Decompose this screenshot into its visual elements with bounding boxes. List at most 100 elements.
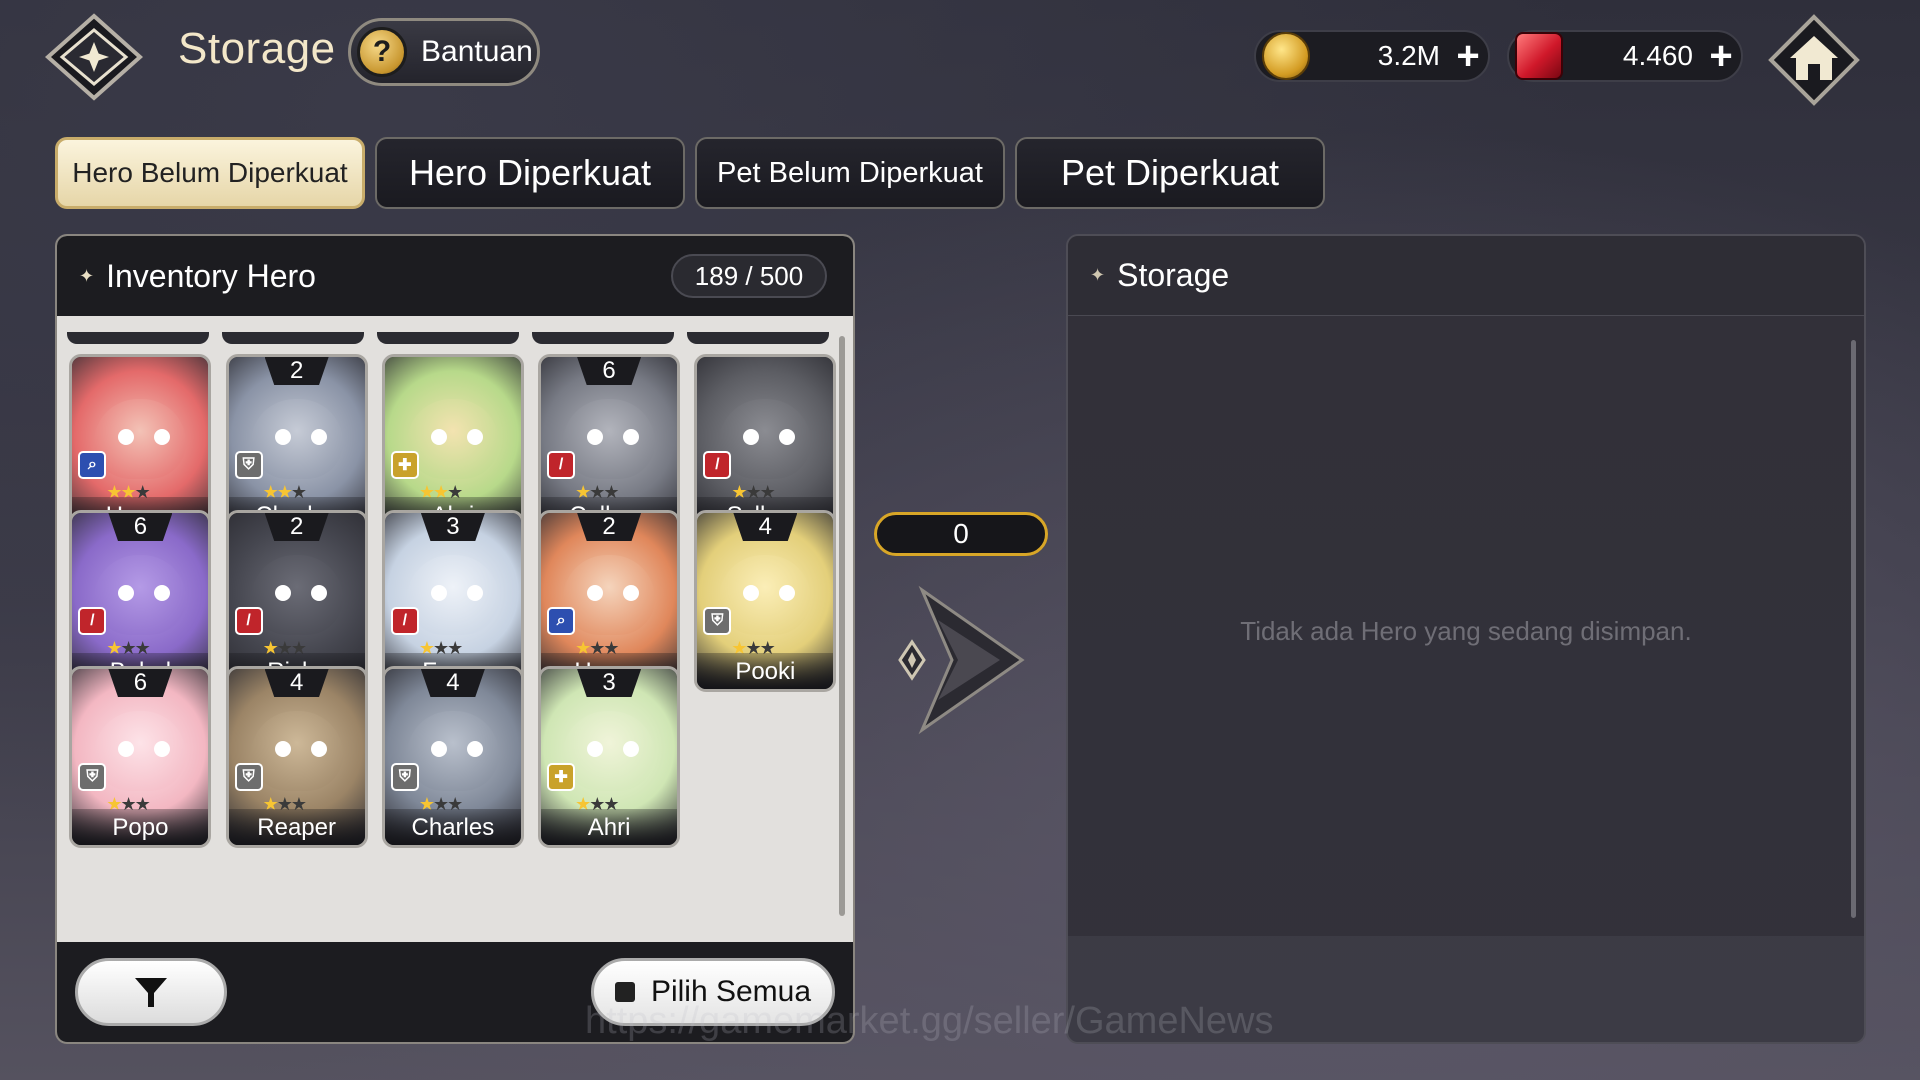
- hero-eye: [274, 741, 291, 757]
- hero-eye: [466, 741, 483, 757]
- hero-eye: [623, 741, 640, 757]
- role-warrior-icon: /: [78, 607, 107, 635]
- storage-empty-message: Tidak ada Hero yang sedang disimpan.: [1240, 616, 1692, 646]
- home-button[interactable]: [1768, 14, 1860, 106]
- hero-eye: [466, 585, 483, 601]
- inventory-header: ✦ Inventory Hero 189 / 500: [57, 236, 853, 316]
- add-gem-button[interactable]: +: [1701, 36, 1741, 76]
- tab-pet-belum-diperkuat[interactable]: Pet Belum Diperkuat: [695, 137, 1005, 209]
- tab-hero-belum-diperkuat[interactable]: Hero Belum Diperkuat: [55, 137, 365, 209]
- hero-card[interactable]: 6/★★★Cellops: [538, 354, 681, 536]
- role-tank-icon: ⛨: [390, 763, 419, 791]
- inventory-panel: ✦ Inventory Hero 189 / 500 ⌕★★★Happy2⛨★★…: [55, 234, 855, 1044]
- hero-card[interactable]: 2⛨★★★Charles: [225, 354, 368, 536]
- role-warrior-icon: /: [703, 451, 732, 479]
- tab-hero-diperkuat[interactable]: Hero Diperkuat: [375, 137, 685, 209]
- storage-panel: ✦ Storage Tidak ada Hero yang sedang dis…: [1066, 234, 1866, 1044]
- gold-coin-icon: [1262, 32, 1310, 80]
- hero-face: [94, 399, 187, 479]
- inventory-count: 189 / 500: [671, 254, 827, 298]
- checkbox-icon: [614, 982, 635, 1002]
- hero-eye: [310, 429, 327, 445]
- hero-face: [250, 399, 343, 479]
- hero-card[interactable]: ⌕★★★Happy: [69, 354, 212, 536]
- gold-currency: 3.2M +: [1254, 30, 1490, 82]
- ruby-gem-icon: [1515, 32, 1563, 80]
- hero-eye: [274, 429, 291, 445]
- hero-level: 4: [733, 513, 798, 541]
- storage-header: ✦ Storage: [1068, 236, 1864, 316]
- hero-name: Pooki: [697, 653, 834, 689]
- hero-level: 6: [577, 357, 642, 385]
- hero-face: [406, 555, 499, 635]
- role-warrior-icon: /: [390, 607, 419, 635]
- gem-value: 4.460: [1622, 40, 1693, 71]
- hero-face: [563, 555, 656, 635]
- hero-level: 2: [264, 513, 329, 541]
- role-tank-icon: ⛨: [234, 451, 263, 479]
- role-warrior-icon: /: [547, 451, 576, 479]
- hero-eye: [430, 429, 447, 445]
- role-mage-icon: ⌕: [78, 451, 107, 479]
- hero-eye: [310, 585, 327, 601]
- inventory-scrollbar[interactable]: [839, 336, 845, 916]
- hero-face: [94, 555, 187, 635]
- hero-level: 2: [264, 357, 329, 385]
- hero-card[interactable]: 6 ⛨ ★★★ Popo: [69, 666, 212, 848]
- hero-level: 4: [420, 669, 485, 697]
- hero-face: [250, 711, 343, 791]
- hero-eye: [623, 429, 640, 445]
- gold-value: 3.2M: [1377, 40, 1440, 71]
- page-title: Storage: [178, 24, 336, 73]
- hero-card[interactable]: 4 ⛨ ★★★ Pooki: [694, 510, 837, 692]
- help-button[interactable]: ? Bantuan: [348, 18, 540, 86]
- hero-eye: [623, 585, 640, 601]
- filter-button[interactable]: [75, 958, 227, 1026]
- watermark: https://gamemarket.gg/seller/GameNews: [585, 1000, 1274, 1042]
- add-gold-button[interactable]: +: [1448, 36, 1488, 76]
- role-support-icon: ✚: [390, 451, 419, 479]
- hero-level: 6: [108, 513, 173, 541]
- hero-level: 4: [264, 669, 329, 697]
- hero-level: 3: [577, 669, 642, 697]
- role-support-icon: ✚: [547, 763, 576, 791]
- hero-card[interactable]: 4 ⛨ ★★★ Reaper: [225, 666, 368, 848]
- transfer-arrow-button[interactable]: [882, 580, 1032, 740]
- help-label: Bantuan: [421, 35, 533, 68]
- hero-eye: [587, 429, 604, 445]
- role-tank-icon: ⛨: [78, 763, 107, 791]
- inventory-title: Inventory Hero: [106, 257, 316, 294]
- hero-face: [406, 399, 499, 479]
- hero-card[interactable]: 3/★★★Frose: [381, 510, 524, 692]
- hero-card[interactable]: 4 ⛨ ★★★ Charles: [381, 666, 524, 848]
- hero-face: [563, 711, 656, 791]
- hero-face: [250, 555, 343, 635]
- hero-face: [719, 399, 812, 479]
- hero-card[interactable]: 2/★★★Ricky: [225, 510, 368, 692]
- hero-level: 6: [108, 669, 173, 697]
- hero-name: Popo: [72, 809, 209, 845]
- hero-face: [563, 399, 656, 479]
- hero-face: [719, 555, 812, 635]
- hero-card[interactable]: ✚★★★Ahri: [381, 354, 524, 536]
- role-warrior-icon: /: [234, 607, 263, 635]
- tab-pet-diperkuat[interactable]: Pet Diperkuat: [1015, 137, 1325, 209]
- game-logo-icon[interactable]: [44, 12, 144, 102]
- hero-eye: [466, 429, 483, 445]
- hero-card[interactable]: /★★★Syllops: [694, 354, 837, 536]
- hero-face: [406, 711, 499, 791]
- diamond-bullet-icon: ✦: [79, 265, 95, 286]
- hero-card[interactable]: 6/★★★Babel: [69, 510, 212, 692]
- hero-name: Ahri: [541, 809, 678, 845]
- role-tank-icon: ⛨: [703, 607, 732, 635]
- diamond-bullet-icon: ✦: [1090, 265, 1106, 285]
- hero-eye: [430, 741, 447, 757]
- hero-eye: [274, 585, 291, 601]
- hero-card[interactable]: 3 ✚ ★★★ Ahri: [538, 666, 681, 848]
- hero-eye: [310, 741, 327, 757]
- hero-card[interactable]: 2⌕★★★Happy: [538, 510, 681, 692]
- question-icon: ?: [357, 27, 407, 77]
- hero-eye: [430, 585, 447, 601]
- role-tank-icon: ⛨: [234, 763, 263, 791]
- hero-eye: [587, 741, 604, 757]
